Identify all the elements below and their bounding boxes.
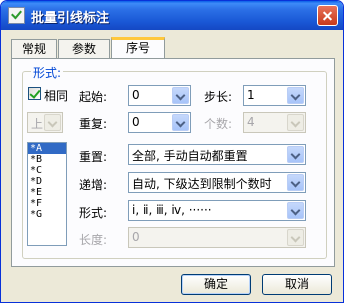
- count-value: 4: [247, 115, 255, 129]
- step-value: 1: [247, 88, 255, 102]
- tab-general[interactable]: 常规: [11, 39, 57, 59]
- list-item[interactable]: *F: [28, 198, 66, 209]
- list-item[interactable]: *C: [28, 165, 66, 176]
- form-label: 形式:: [79, 206, 108, 220]
- list-item[interactable]: *A: [28, 143, 66, 154]
- chevron-down-icon: [44, 114, 61, 131]
- reset-select[interactable]: 全部, 手动自动都重置: [128, 144, 306, 165]
- chevron-down-icon: [287, 174, 304, 191]
- start-select[interactable]: 0: [128, 85, 191, 106]
- format-group: 形式: 相同 上 起始: 0 步长: 1 重复: 0 个数: 4 *A *B *…: [22, 64, 327, 259]
- dialog-window: 批量引线标注 常规 参数 序号 形式: 相同 上 起始: 0 步长: 1 重复:…: [0, 0, 344, 303]
- chevron-down-icon: [287, 229, 304, 246]
- increment-value: 自动, 下级达到限制个数时: [132, 177, 272, 191]
- same-label[interactable]: 相同: [44, 87, 68, 104]
- tab-parameters[interactable]: 参数: [58, 39, 110, 59]
- length-label: 长度:: [79, 233, 108, 247]
- tab-panel: 形式: 相同 上 起始: 0 步长: 1 重复: 0 个数: 4 *A *B *…: [11, 58, 335, 267]
- chevron-down-icon: [287, 87, 304, 104]
- start-label: 起始:: [79, 90, 108, 104]
- list-item[interactable]: *D: [28, 176, 66, 187]
- direction-select[interactable]: 上: [27, 112, 63, 133]
- repeat-value: 0: [132, 115, 140, 129]
- title-bar[interactable]: 批量引线标注: [1, 1, 343, 30]
- length-select[interactable]: 0: [128, 227, 306, 248]
- chevron-down-icon: [287, 114, 304, 131]
- start-value: 0: [132, 88, 140, 102]
- repeat-label: 重复:: [79, 117, 108, 131]
- count-label: 个数:: [204, 117, 233, 131]
- tab-sequence[interactable]: 序号: [111, 37, 165, 59]
- step-label: 步长:: [204, 90, 233, 104]
- form-select[interactable]: ⅰ, ⅱ, ⅲ, ⅳ, ······: [128, 200, 306, 221]
- close-button[interactable]: [317, 5, 338, 26]
- chevron-down-icon: [287, 202, 304, 219]
- direction-value: 上: [31, 117, 44, 131]
- reset-value: 全部, 手动自动都重置: [132, 149, 248, 163]
- list-item[interactable]: *E: [28, 187, 66, 198]
- step-select[interactable]: 1: [243, 85, 306, 106]
- repeat-select[interactable]: 0: [128, 112, 191, 133]
- list-item[interactable]: *G: [28, 209, 66, 220]
- length-value: 0: [132, 230, 140, 244]
- reset-label: 重置:: [79, 150, 108, 164]
- count-select[interactable]: 4: [243, 112, 306, 133]
- chevron-down-icon: [287, 146, 304, 163]
- window-title: 批量引线标注: [31, 11, 110, 26]
- ok-button[interactable]: 确定: [181, 274, 251, 295]
- list-item[interactable]: *B: [28, 154, 66, 165]
- app-icon: [8, 7, 25, 24]
- same-checkbox[interactable]: [28, 87, 41, 100]
- cancel-button[interactable]: 取消: [262, 274, 332, 295]
- chevron-down-icon: [172, 87, 189, 104]
- chevron-down-icon: [172, 114, 189, 131]
- form-value: ⅰ, ⅱ, ⅲ, ⅳ, ······: [132, 203, 212, 217]
- increment-select[interactable]: 自动, 下级达到限制个数时: [128, 172, 306, 193]
- preview-list[interactable]: *A *B *C *D *E *F *G: [27, 142, 67, 246]
- increment-label: 递增:: [79, 178, 108, 192]
- group-title: 形式:: [31, 64, 64, 81]
